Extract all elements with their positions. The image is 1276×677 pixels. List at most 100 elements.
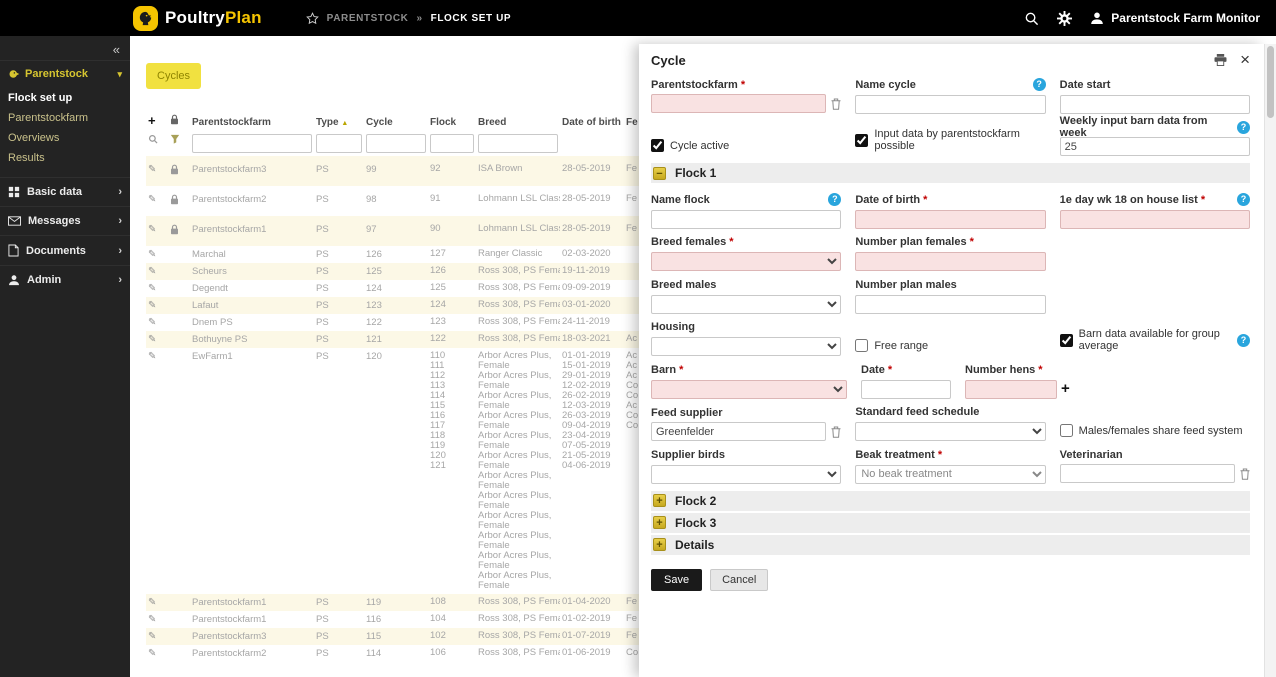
breed-females-select[interactable] [651,252,842,271]
search-icon[interactable] [148,134,158,144]
sidebar-item-basic-data[interactable]: Basic data › [0,177,130,206]
col-header-date-of-birth[interactable]: Date of birth [560,110,624,131]
col-header-type[interactable]: Type ▲ [314,110,364,131]
sidebar-item-admin[interactable]: Admin › [0,265,130,294]
expand-section-icon[interactable]: + [653,494,666,507]
col-header-flock[interactable]: Flock [428,110,476,131]
help-icon[interactable]: ? [1236,333,1250,347]
sidebar-collapse-button[interactable]: « [0,36,130,60]
filter-cycle-input[interactable] [366,134,426,153]
section-details[interactable]: + Details [651,534,1250,555]
breadcrumb-parent[interactable]: PARENTSTOCK [327,13,409,24]
table-row[interactable]: ✎DegendtPS124125Ross 308, PS Female09-09… [146,280,644,297]
free-range-checkbox[interactable] [855,339,869,352]
date-start-input[interactable] [1059,94,1250,114]
scrollbar-thumb[interactable] [1267,46,1274,118]
table-row[interactable]: ✎ Parentstockfarm3 PS 99 92 ISA Brown 28-05-20… [146,156,644,186]
name-flock-input[interactable] [651,209,842,229]
section-flock-2[interactable]: + Flock 2 [651,490,1250,511]
help-icon[interactable]: ? [828,193,842,206]
sidebar-item-flock-set-up[interactable]: Flock set up [0,88,130,108]
table-row[interactable]: ✎Parentstockfarm2PS9891Lohmann LSL Class… [146,186,644,216]
table-row[interactable]: ✎ Parentstockfarm1 PS 116 104 Ross 308, PS Fe… [146,611,644,628]
edit-icon[interactable]: ✎ [148,351,156,362]
barn-select[interactable] [651,379,847,399]
weekly-barn-data-input[interactable] [1059,137,1250,156]
collapse-section-icon[interactable]: − [653,166,666,180]
input-by-parentstockfarm-checkbox[interactable] [855,133,869,147]
edit-icon[interactable]: ✎ [148,283,156,294]
filter-funnel-icon[interactable] [170,134,180,144]
table-row[interactable]: ✎Bothuyne PSPS121122Ross 308, PS Female1… [146,331,644,348]
save-button[interactable]: Save [651,568,703,591]
table-row[interactable]: ✎ EwFarm1 PS 120 110 111 112 113 114 115 116 117 118… [146,348,644,594]
date-of-birth-input[interactable] [855,209,1046,229]
table-row[interactable]: ✎Dnem PSPS122123Ross 308, PS Female24-11… [146,314,644,331]
table-row[interactable]: ✎LafautPS123124Ross 308, PS Female03-01-… [146,297,644,314]
gear-icon[interactable] [1057,10,1073,26]
sidebar-item-parentstockfarm[interactable]: Parentstockfarm [0,108,130,128]
house-list-input[interactable] [1059,209,1250,229]
filter-type-input[interactable] [316,134,362,153]
sidebar-item-overviews[interactable]: Overviews [0,128,130,148]
add-cycle-button[interactable]: + [148,113,156,128]
edit-icon[interactable]: ✎ [148,648,156,659]
table-row[interactable]: ✎ Parentstockfarm1 PS 119 108 Ross 308, PS Fe… [146,594,644,611]
cycle-active-checkbox[interactable] [651,139,664,152]
barn-date-input[interactable] [861,379,951,399]
sidebar-item-parentstock[interactable]: Parentstock ▾ [0,60,130,87]
expand-section-icon[interactable]: + [653,538,666,551]
number-hens-input[interactable] [965,379,1057,399]
standard-feed-schedule-select[interactable] [855,422,1046,441]
edit-icon[interactable]: ✎ [148,266,156,277]
section-flock-1[interactable]: − Flock 1 [651,163,1250,183]
close-icon[interactable]: × [1240,51,1250,68]
star-icon[interactable] [305,11,319,25]
table-row[interactable]: ✎ Parentstockfarm3 PS 115 102 Ross 308, PS Fe… [146,628,644,645]
edit-icon[interactable]: ✎ [148,194,156,205]
print-icon[interactable] [1214,54,1227,66]
cancel-button[interactable]: Cancel [710,568,769,591]
table-row[interactable]: ✎ Parentstockfarm2 PS 114 106 Ross 308, PS Fe… [146,645,644,662]
supplier-birds-select[interactable] [651,464,842,484]
col-header-breed[interactable]: Breed [476,110,560,131]
number-plan-females-input[interactable] [855,252,1046,271]
help-icon[interactable]: ? [1032,78,1046,91]
tab-cycles[interactable]: Cycles [146,63,202,89]
barn-group-average-checkbox[interactable] [1059,333,1073,347]
housing-select[interactable] [651,337,842,356]
edit-icon[interactable]: ✎ [148,317,156,328]
edit-icon[interactable]: ✎ [148,164,156,175]
search-icon[interactable] [1024,11,1039,26]
edit-icon[interactable]: ✎ [148,597,156,608]
app-logo[interactable]: PoultryPlan [133,5,262,31]
filter-breed-input[interactable] [478,134,558,153]
parentstockfarm-input[interactable] [651,94,827,113]
expand-section-icon[interactable]: + [653,516,666,529]
trash-icon[interactable] [831,426,841,438]
user-menu[interactable]: Parentstock Farm Monitor [1090,11,1260,25]
name-cycle-input[interactable] [855,94,1046,114]
filter-parentstockfarm-input[interactable] [192,134,312,153]
edit-icon[interactable]: ✎ [148,614,156,625]
filter-flock-input[interactable] [430,134,474,153]
table-row[interactable]: ✎ScheursPS125126Ross 308, PS Female19-11… [146,263,644,280]
beak-treatment-select[interactable]: No beak treatment [855,464,1046,484]
table-row[interactable]: ✎Parentstockfarm1PS9790Lohmann LSL Class… [146,216,644,246]
sidebar-item-messages[interactable]: Messages › [0,206,130,235]
col-header-cycle[interactable]: Cycle [364,110,428,131]
veterinarian-input[interactable] [1059,464,1235,483]
col-header-parentstockfarm[interactable]: Parentstockfarm [190,110,314,131]
help-icon[interactable]: ? [1236,120,1250,134]
sidebar-item-results[interactable]: Results [0,148,130,168]
edit-icon[interactable]: ✎ [148,224,156,235]
edit-icon[interactable]: ✎ [148,300,156,311]
feed-supplier-input[interactable] [651,422,827,441]
edit-icon[interactable]: ✎ [148,249,156,260]
table-row[interactable]: ✎ Marchal PS 126 127 Ranger Classic 02-03-2020 [146,246,644,263]
share-feed-system-checkbox[interactable] [1059,424,1073,437]
sidebar-item-documents[interactable]: Documents › [0,235,130,265]
number-plan-males-input[interactable] [855,294,1046,314]
trash-icon[interactable] [831,98,841,110]
trash-icon[interactable] [1240,468,1250,480]
